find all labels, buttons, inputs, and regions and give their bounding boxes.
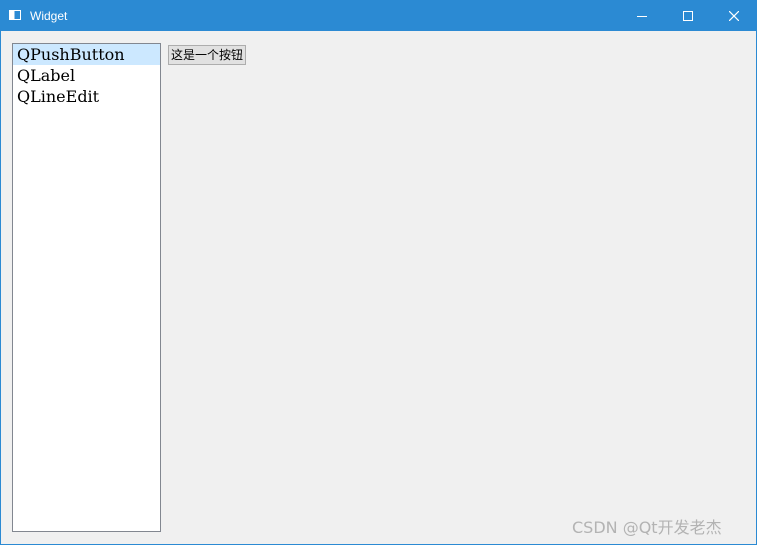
list-item-qlineedit[interactable]: QLineEdit <box>13 86 160 107</box>
demo-push-button[interactable]: 这是一个按钮 <box>168 45 246 65</box>
title-bar[interactable]: Widget <box>1 1 756 31</box>
minimize-button[interactable] <box>619 1 665 31</box>
close-button[interactable] <box>711 1 757 31</box>
close-icon <box>729 11 739 21</box>
main-window: Widget QPushButton QLabel QLineEdit 这是一个… <box>0 0 757 545</box>
app-window-icon <box>9 10 21 20</box>
list-item-qpushbutton[interactable]: QPushButton <box>13 44 160 65</box>
minimize-icon <box>637 16 647 17</box>
widget-list[interactable]: QPushButton QLabel QLineEdit <box>12 43 161 532</box>
maximize-button[interactable] <box>665 1 711 31</box>
watermark-text: CSDN @Qt开发老杰 <box>572 518 722 537</box>
window-title: Widget <box>30 9 68 23</box>
list-item-qlabel[interactable]: QLabel <box>13 65 160 86</box>
maximize-icon <box>683 11 693 21</box>
